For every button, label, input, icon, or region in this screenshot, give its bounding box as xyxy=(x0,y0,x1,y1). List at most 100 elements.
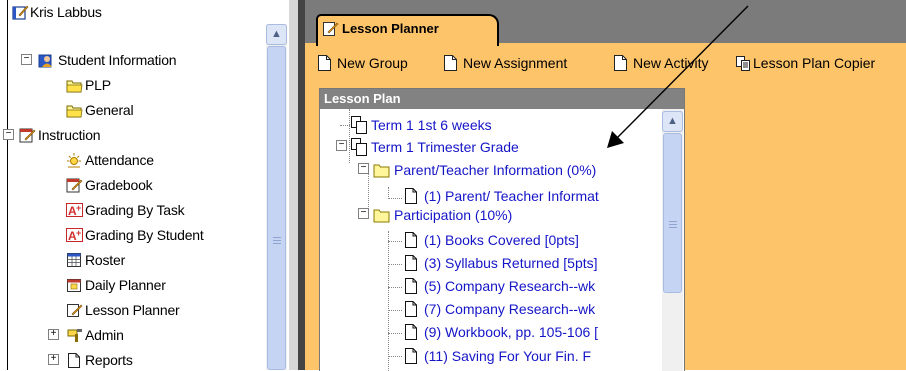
new-assignment-label: New Assignment xyxy=(463,55,568,71)
scroll-grip-line xyxy=(669,227,677,228)
folder-icon xyxy=(373,164,390,178)
document-icon xyxy=(405,301,417,317)
grade-a-plus-icon: A + xyxy=(66,203,83,218)
nav-scrollbar-thumb[interactable] xyxy=(267,46,286,370)
lesson-group-label: Participation (10%) xyxy=(394,207,513,223)
tree-label-reports: Reports xyxy=(85,352,133,368)
gradebook-icon xyxy=(66,178,83,193)
tree-label-grading-by-student: Grading By Student xyxy=(85,227,204,243)
document-icon xyxy=(405,348,417,364)
tree-label-root: Kris Labbus xyxy=(30,4,102,20)
document-icon xyxy=(68,353,80,368)
new-document-icon xyxy=(614,55,627,71)
lesson-assignment-label: (9) Workbook, pp. 105-106 [ xyxy=(424,324,599,340)
lesson-planner-content: Lesson Planner New Group New Assignment … xyxy=(305,0,906,371)
instruction-book-icon xyxy=(19,128,36,143)
tree-connector xyxy=(388,198,402,200)
tree-connector xyxy=(388,231,390,371)
navigation-tree: Kris Labbus − Student Information PLP Ge… xyxy=(0,0,266,370)
term-pages-icon xyxy=(351,138,367,156)
document-icon xyxy=(405,255,417,271)
tree-connector xyxy=(388,310,402,312)
scroll-grip-line xyxy=(273,237,281,238)
lesson-assignment-label: (1) Books Covered [0pts] xyxy=(424,232,579,248)
pane-splitter[interactable] xyxy=(289,0,298,370)
folder-open-icon xyxy=(66,105,83,118)
new-document-icon xyxy=(444,55,457,71)
new-activity-button[interactable]: New Activity xyxy=(613,52,733,74)
term-pages-icon xyxy=(351,116,367,134)
copy-documents-icon xyxy=(736,56,750,71)
folder-open-icon xyxy=(66,80,83,93)
lesson-plan-panel: Lesson Plan Term 1 1st 6 weeks − Term 1 … xyxy=(319,88,685,371)
tree-label-grading-by-task: Grading By Task xyxy=(85,202,185,218)
roster-grid-icon xyxy=(67,253,81,267)
tree-label-plp: PLP xyxy=(85,77,111,93)
tree-label-admin: Admin xyxy=(85,327,124,343)
lesson-plan-tree: Term 1 1st 6 weeks − Term 1 Trimester Gr… xyxy=(320,109,662,371)
lesson-plan-copier-label: Lesson Plan Copier xyxy=(753,55,876,71)
student-info-icon xyxy=(38,54,52,68)
lesson-planner-icon xyxy=(323,22,339,36)
new-group-label: New Group xyxy=(337,55,408,71)
expand-toggle-student-information[interactable]: − xyxy=(21,54,32,65)
tree-label-daily-planner: Daily Planner xyxy=(85,277,166,293)
expand-toggle-instruction[interactable]: − xyxy=(3,129,14,140)
tree-label-student-information: Student Information xyxy=(58,52,177,68)
tree-label-lesson-planner: Lesson Planner xyxy=(85,302,180,318)
folder-icon xyxy=(373,209,390,223)
expand-toggle-reports[interactable]: + xyxy=(48,354,59,365)
lesson-assignment-label: (11) Saving For Your Fin. F xyxy=(424,348,592,364)
new-group-button[interactable]: New Group xyxy=(317,52,445,74)
scroll-grip-line xyxy=(669,221,677,222)
tab-label: Lesson Planner xyxy=(342,21,439,36)
tree-label-general: General xyxy=(85,102,134,118)
document-icon xyxy=(405,278,417,294)
tree-label-roster: Roster xyxy=(85,252,126,268)
tree-connector xyxy=(388,241,402,243)
tree-connector xyxy=(388,264,402,266)
tree-label-attendance: Attendance xyxy=(85,152,154,168)
nav-scroll-up-button[interactable]: ▲ xyxy=(266,24,287,45)
admin-tools-icon xyxy=(67,329,82,342)
tree-label-instruction: Instruction xyxy=(38,127,101,143)
lesson-assignment-label: (7) Company Research--wk xyxy=(424,301,596,317)
lesson-plan-header: Lesson Plan xyxy=(320,89,684,109)
lesson-plan-copier-button[interactable]: Lesson Plan Copier xyxy=(735,52,906,74)
tree-label-gradebook: Gradebook xyxy=(85,177,153,193)
new-activity-label: New Activity xyxy=(633,55,709,71)
tree-connector xyxy=(388,356,402,358)
lesson-plan-scroll-up-button[interactable]: ▲ xyxy=(662,111,683,132)
tree-connector xyxy=(388,287,402,289)
scroll-grip-line xyxy=(273,243,281,244)
lesson-term-label: Term 1 Trimester Grade xyxy=(371,139,519,155)
teacher-notebook-icon xyxy=(12,5,29,20)
calendar-icon xyxy=(67,279,81,292)
pane-divider xyxy=(298,0,305,370)
lesson-assignment-label: (3) Syllabus Returned [5pts] xyxy=(424,255,598,271)
tab-lesson-planner[interactable]: Lesson Planner xyxy=(316,14,499,46)
document-icon xyxy=(405,188,417,204)
scroll-grip-line xyxy=(669,224,677,225)
svg-text:+: + xyxy=(76,203,81,213)
new-assignment-button[interactable]: New Assignment xyxy=(443,52,603,74)
lesson-group-label: Parent/Teacher Information (0%) xyxy=(394,162,597,178)
tree-left-border xyxy=(7,0,8,370)
expand-toggle-group[interactable]: − xyxy=(358,208,369,219)
svg-text:+: + xyxy=(76,228,81,238)
scroll-grip-line xyxy=(273,240,281,241)
expand-toggle-group[interactable]: − xyxy=(358,163,369,174)
sun-icon xyxy=(67,153,81,168)
expand-toggle-term[interactable]: − xyxy=(336,140,347,151)
new-document-icon xyxy=(318,55,331,71)
lesson-assignment-label: (5) Company Research--wk xyxy=(424,278,596,294)
lesson-plan-scrollbar-thumb[interactable] xyxy=(663,133,682,293)
lesson-term-label: Term 1 1st 6 weeks xyxy=(371,117,492,133)
document-icon xyxy=(405,232,417,248)
tree-connector xyxy=(388,333,402,335)
document-icon xyxy=(405,324,417,340)
tree-connector xyxy=(340,125,350,127)
expand-toggle-admin[interactable]: + xyxy=(48,329,59,340)
grade-a-plus-icon: A + xyxy=(66,228,83,243)
lesson-planner-icon xyxy=(67,304,83,317)
